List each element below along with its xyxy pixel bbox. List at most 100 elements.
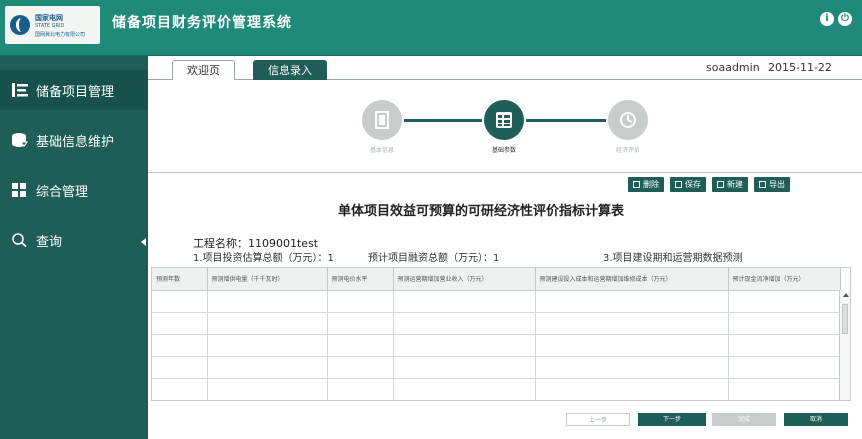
logo-line2: STATE GRID [35,23,65,29]
table-cell[interactable] [728,334,841,357]
app-title: 储备项目财务评价管理系统 [112,15,292,31]
table-cell[interactable] [207,312,328,335]
company-logo: 国家电网 STATE GRID 国网冀北电力有限公司 [5,6,100,44]
scroll-thumb[interactable] [842,304,848,334]
export-icon [759,181,766,188]
save-button[interactable]: 保存 [670,177,706,192]
column-header: 预测年数 [152,268,208,291]
step-connector [526,119,606,122]
main-panel: 欢迎页 信息录入 soaadmin 2015-11-22 基本信息 基础参数 经… [148,56,862,439]
document-icon [375,111,389,129]
sidebar-item-comprehensive[interactable]: 综合管理 [0,170,148,210]
new-label: 新建 [727,180,743,189]
next-step-button[interactable]: 下一步 [638,413,706,426]
sidebar-item-label: 查询 [36,234,63,250]
cancel-button[interactable]: 取消 [784,413,848,426]
delete-icon [633,181,640,188]
sidebar-item-label: 基础信息维护 [36,134,115,150]
table-cell[interactable] [535,356,729,379]
grid-icon [12,183,28,197]
table-cell[interactable] [728,312,841,335]
list-icon [12,83,28,97]
column-header: 预测运营期增加营业收入（万元） [393,268,536,291]
data-table: 预测年数 预测增供电量（千千瓦时） 预测电价水平 预测运营期增加营业收入（万元）… [152,268,841,400]
prev-step-button[interactable]: 上一步 [566,413,630,426]
investment-total: 1.项目投资估算总额（万元）：1 [193,253,334,264]
logo-line1: 国家电网 [35,14,63,22]
table-cell[interactable] [152,312,208,335]
table-row[interactable] [152,334,841,357]
table-cell[interactable] [207,356,328,379]
column-header: 预测建设投入成本和运营期增加维修成本（万元） [535,268,729,291]
table-cell[interactable] [393,356,536,379]
sidebar-item-query[interactable]: 查询 [0,220,148,260]
table-cell[interactable] [728,290,841,313]
table-cell[interactable] [327,378,394,400]
sidebar: 储备项目管理 基础信息维护 综合管理 查询 [0,56,148,439]
table-row[interactable] [152,312,841,335]
delete-button[interactable]: 删除 [628,177,664,192]
sidebar-item-project-management[interactable]: 储备项目管理 [0,70,148,110]
database-icon [12,133,28,147]
new-button[interactable]: 新建 [712,177,748,192]
app-root: 国家电网 STATE GRID 国网冀北电力有限公司 储备项目财务评价管理系统 … [0,0,862,439]
logout-icon[interactable]: ⏻ [838,12,852,26]
chart-icon [620,112,636,128]
table-row[interactable] [152,290,841,313]
sidebar-item-label: 综合管理 [36,184,89,200]
table-cell[interactable] [393,334,536,357]
forecast-table: 预测年数 预测增供电量（千千瓦时） 预测电价水平 预测运营期增加营业收入（万元）… [151,267,851,401]
step-connector [404,119,482,122]
table-cell[interactable] [207,378,328,400]
list-grid-icon [496,112,512,128]
table-row[interactable] [152,378,841,400]
tab-welcome[interactable]: 欢迎页 [172,60,235,80]
step-label: 经济评价 [615,147,640,154]
export-label: 导出 [769,180,785,189]
table-cell[interactable] [728,378,841,400]
finish-button[interactable]: 完成 [712,413,776,426]
new-icon [717,181,724,188]
table-cell[interactable] [207,334,328,357]
table-cell[interactable] [327,334,394,357]
export-button[interactable]: 导出 [754,177,790,192]
table-cell[interactable] [728,356,841,379]
scroll-up-icon[interactable] [843,293,849,297]
table-cell[interactable] [152,378,208,400]
table-cell[interactable] [152,290,208,313]
tab-bar: 欢迎页 信息录入 soaadmin 2015-11-22 [148,56,862,80]
table-cell[interactable] [535,378,729,400]
table-cell[interactable] [535,290,729,313]
step-economic-eval[interactable] [608,100,648,140]
table-cell[interactable] [535,312,729,335]
save-label: 保存 [685,180,701,189]
state-grid-logo-icon [10,15,30,35]
header-actions: i ⏻ [820,12,852,26]
column-header: 预计现金流净增加（万元） [728,268,841,291]
info-icon[interactable]: i [820,12,834,26]
table-row[interactable] [152,356,841,379]
step-basic-info[interactable] [362,100,402,140]
table-scrollbar[interactable] [839,290,850,400]
table-cell[interactable] [393,312,536,335]
forecast-heading: 3.项目建设期和运营期数据预测 [603,253,743,264]
sidebar-collapse-icon[interactable] [141,238,146,246]
table-cell[interactable] [327,356,394,379]
table-cell[interactable] [393,290,536,313]
step-label: 基础参数 [491,147,516,154]
logo-line3: 国网冀北电力有限公司 [35,32,86,38]
report-title: 单体项目效益可预算的可研经济性评价指标计算表 [338,204,625,219]
step-basic-params[interactable] [484,100,524,140]
table-cell[interactable] [327,290,394,313]
sidebar-item-basic-info[interactable]: 基础信息维护 [0,120,148,160]
tab-info-entry[interactable]: 信息录入 [253,60,327,80]
table-cell[interactable] [207,290,328,313]
table-cell[interactable] [535,334,729,357]
column-header: 预测电价水平 [327,268,394,291]
table-cell[interactable] [152,356,208,379]
table-cell[interactable] [327,312,394,335]
table-header-row: 预测年数 预测增供电量（千千瓦时） 预测电价水平 预测运营期增加营业收入（万元）… [152,268,841,291]
table-cell[interactable] [393,378,536,400]
table-cell[interactable] [152,334,208,357]
current-date: 2015-11-22 [768,61,832,74]
